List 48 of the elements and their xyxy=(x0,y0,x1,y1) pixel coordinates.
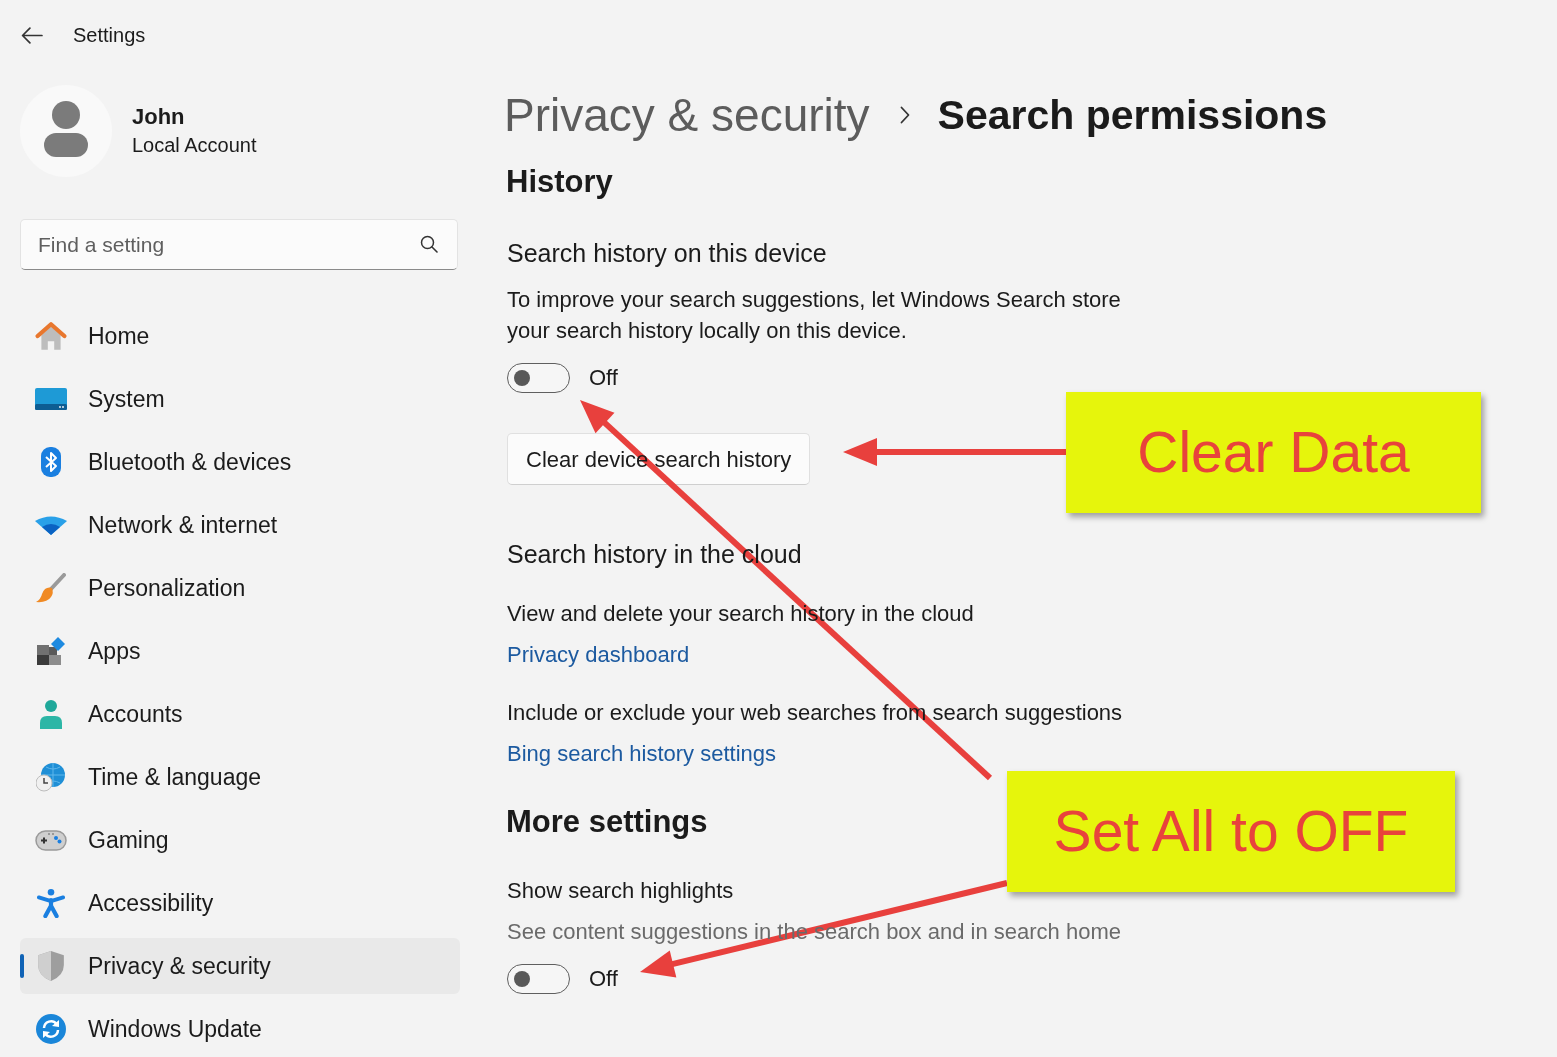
sidebar-item[interactable]: Privacy & security xyxy=(20,938,460,994)
annotation-callout: Set All to OFF xyxy=(1007,771,1455,892)
sidebar-item[interactable]: Accessibility xyxy=(20,875,460,931)
sidebar-item[interactable]: Time & language xyxy=(20,749,460,805)
description-text: To improve your search suggestions, let Windows Search store your search history locally on this device. xyxy=(507,286,1122,345)
back-icon xyxy=(21,26,43,44)
display-icon xyxy=(35,388,67,410)
section-heading: More settings xyxy=(506,803,708,841)
paintbrush-icon xyxy=(36,573,66,603)
account-type: Local Account xyxy=(132,133,257,158)
window-title: Settings xyxy=(73,23,146,48)
person-icon xyxy=(40,699,62,729)
accessibility-icon xyxy=(37,888,65,918)
house-icon xyxy=(35,321,67,351)
section-heading: History xyxy=(506,163,613,201)
refresh-icon xyxy=(36,1014,66,1044)
toggle-state-label: Off xyxy=(589,965,618,993)
globe-clock-icon xyxy=(36,762,66,792)
annotation-callout: Clear Data xyxy=(1066,392,1481,513)
breadcrumb-link[interactable]: Privacy & security xyxy=(504,87,870,143)
shield-icon xyxy=(38,951,64,981)
sidebar-item[interactable]: Personalization xyxy=(20,560,460,616)
wifi-icon xyxy=(35,515,67,535)
toggle-state-label: Off xyxy=(589,364,618,392)
sidebar-item[interactable]: System xyxy=(20,371,460,427)
app-tiles-icon xyxy=(37,637,65,665)
sidebar-item[interactable]: Bluetooth & devices xyxy=(20,434,460,490)
selection-indicator xyxy=(20,954,24,978)
setting-label: Show search highlights xyxy=(507,877,734,905)
gamepad-icon xyxy=(35,829,67,851)
bluetooth-icon xyxy=(41,447,61,477)
toggle-switch[interactable] xyxy=(507,363,570,393)
sidebar-item[interactable]: Gaming xyxy=(20,812,460,868)
avatar-icon xyxy=(20,85,112,177)
settings-link[interactable]: Bing search history settings xyxy=(507,738,777,769)
search-icon xyxy=(420,235,438,253)
sidebar-item[interactable]: Network & internet xyxy=(20,497,460,553)
chevron-icon xyxy=(899,106,910,124)
toggle-switch[interactable] xyxy=(507,964,570,994)
sidebar-item[interactable]: Accounts xyxy=(20,686,460,742)
search-field[interactable]: Find a setting xyxy=(20,219,458,270)
user-name: John xyxy=(132,103,186,131)
sidebar-item[interactable]: Windows Update xyxy=(20,1001,460,1057)
page-title: Search permissions xyxy=(937,91,1328,140)
sidebar-item[interactable]: Apps xyxy=(20,623,460,679)
subsection-heading: Search history on this device xyxy=(507,238,827,269)
settings-link[interactable]: Privacy dashboard xyxy=(507,639,690,670)
sidebar-item[interactable]: Home xyxy=(20,308,460,364)
